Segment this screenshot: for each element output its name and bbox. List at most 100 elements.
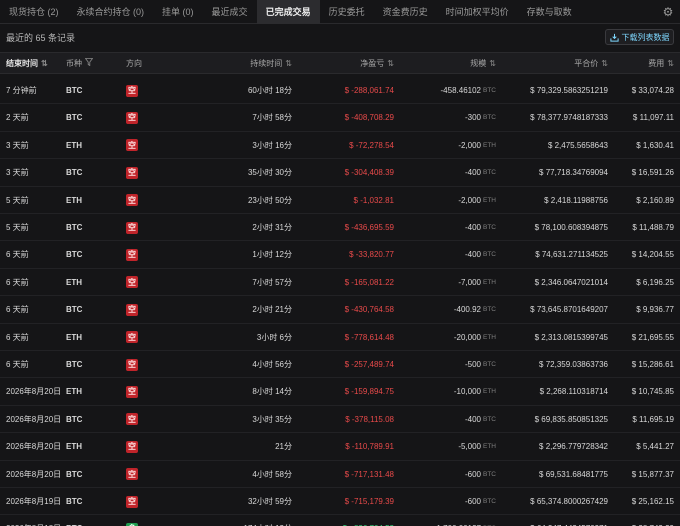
fee-cell: $ 1,630.41 xyxy=(636,140,674,150)
direction-badge: 空 xyxy=(126,385,138,398)
fee-cell: $ 28,743.29 xyxy=(632,515,674,526)
size-cell: -7,000 ETH xyxy=(458,269,496,296)
header-fee[interactable]: 费用 ⇅ xyxy=(648,53,674,73)
tab-0[interactable]: 现货持仓 (2) xyxy=(0,0,68,24)
avg-price-cell: $ 74,631.271134525 xyxy=(535,250,608,260)
coin-cell: ETH xyxy=(66,442,82,452)
size-value: -600 xyxy=(464,469,481,479)
size-unit: BTC xyxy=(483,415,496,423)
coin-cell: BTC xyxy=(66,223,83,232)
sort-icon: ⇅ xyxy=(489,58,496,68)
size-cell: -600 BTC xyxy=(465,488,496,515)
tab-6[interactable]: 资金费历史 xyxy=(374,0,437,24)
table-header: 结束时间 ⇅ 币种 方向 持续时间 ⇅ 净盈亏 ⇅ 规模 ⇅ 平合价 ⇅ 费用 … xyxy=(0,52,680,74)
end-time-cell: 7 分钟前 xyxy=(6,86,37,95)
table-row[interactable]: 6 天前 ETH 空 7小时 57分 $ -165,081.22 -7,000 ETH $ 2… xyxy=(0,269,680,297)
coin-cell: BTC xyxy=(66,305,83,315)
size-value: -10,000 xyxy=(453,387,481,397)
coin-cell: BTC xyxy=(66,86,83,95)
pnl-cell: $ -715,179.39 xyxy=(344,497,394,506)
header-size[interactable]: 规模 ⇅ xyxy=(470,53,496,73)
direction-cell: 空 xyxy=(126,406,138,433)
coin-cell: ETH xyxy=(66,332,82,342)
table-row[interactable]: 7 分钟前 BTC 空 60小时 18分 $ -288,061.74 -458.46102… xyxy=(0,77,680,105)
table-row[interactable]: 3 天前 BTC 空 35小时 30分 $ -304,408.39 -400 BTC $ 77… xyxy=(0,159,680,187)
header-duration[interactable]: 持续时间 ⇅ xyxy=(250,53,292,73)
table-row[interactable]: 2026年8月20日 BTC 空 3小时 35分 $ -378,115.08 -400 BT… xyxy=(0,406,680,434)
header-coin[interactable]: 币种 xyxy=(66,53,94,73)
direction-badge: 空 xyxy=(126,139,138,152)
size-unit: BTC xyxy=(483,470,496,478)
coin-cell: ETH xyxy=(66,140,82,150)
size-unit: ETH xyxy=(483,333,496,341)
sort-icon: ⇅ xyxy=(285,58,292,68)
settings-gear-icon[interactable]: ⚙ xyxy=(660,4,676,20)
end-time-cell: 2026年8月20日 xyxy=(6,387,62,397)
direction-cell: 空 xyxy=(126,488,138,515)
end-time-cell: 6 天前 xyxy=(6,277,29,287)
avg-price-cell: $ 65,374.8000267429 xyxy=(530,497,608,506)
end-time-cell: 2026年8月20日 xyxy=(6,442,62,452)
table-row[interactable]: 3 天前 ETH 空 3小时 16分 $ -72,278.54 -2,000 ETH $ 2,… xyxy=(0,132,680,160)
table-row[interactable]: 5 天前 BTC 空 2小时 31分 $ -436,695.59 -400 BTC $ 78,… xyxy=(0,214,680,242)
size-value: -458.46102 xyxy=(440,86,481,95)
avg-price-cell: $ 2,475.5658643 xyxy=(547,140,608,150)
size-value: -600 xyxy=(464,497,481,506)
table-row[interactable]: 2026年8月20日 BTC 空 4小时 58分 $ -717,131.48 -600 BT… xyxy=(0,461,680,488)
tab-3[interactable]: 最近成交 xyxy=(203,0,257,24)
end-time-cell: 2026年8月19日 xyxy=(6,497,62,506)
size-cell: -20,000 ETH xyxy=(454,324,496,351)
tab-1[interactable]: 永续合约持仓 (0) xyxy=(68,0,154,24)
end-time-cell: 2 天前 xyxy=(6,113,29,123)
table-row[interactable]: 2026年8月20日 ETH 空 8小时 14分 $ -159,894.75 -10,00… xyxy=(0,378,680,406)
fee-cell: $ 10,745.85 xyxy=(631,387,674,397)
tab-5[interactable]: 历史委托 xyxy=(320,0,374,24)
tab-7[interactable]: 时间加权平均价 xyxy=(437,0,518,24)
download-button-label: 下载列表数据 xyxy=(621,32,670,42)
tab-2[interactable]: 挂单 (0) xyxy=(153,0,203,24)
size-value: -20,000 xyxy=(453,332,481,342)
direction-badge: 空 xyxy=(126,84,138,97)
size-value: -400 xyxy=(464,168,481,178)
tab-4[interactable]: 已完成交易 xyxy=(256,0,320,24)
header-pnl[interactable]: 净盈亏 ⇅ xyxy=(360,53,394,73)
tab-bar: 现货持仓 (2) 永续合约持仓 (0) 挂单 (0) 最近成交 已完成交易 历史委托 资金费… xyxy=(0,0,680,24)
end-time-cell: 3 天前 xyxy=(6,140,29,150)
table-row[interactable]: 2026年8月19日 BTC 空 32小时 59分 $ -715,179.39 -600 B… xyxy=(0,488,680,516)
table-row[interactable]: 6 天前 BTC 空 1小时 12分 $ -33,820.77 -400 BTC $ 74,6… xyxy=(0,241,680,269)
size-unit: ETH xyxy=(483,388,496,396)
end-time-cell: 2026年8月20日 xyxy=(6,469,62,479)
direction-badge: 空 xyxy=(126,221,138,234)
pnl-cell: $ -717,131.48 xyxy=(344,469,394,479)
pnl-cell: $ -257,489.74 xyxy=(344,360,394,369)
size-cell: -400 BTC xyxy=(465,159,496,186)
table-row[interactable]: 6 天前 ETH 空 3小时 6分 $ -778,614.48 -20,000 ETH $ 2… xyxy=(0,324,680,351)
avg-price-cell: $ 69,531.68481775 xyxy=(539,469,608,479)
header-end-time[interactable]: 结束时间 ⇅ xyxy=(6,53,48,73)
pnl-cell: $ -33,820.77 xyxy=(349,250,394,260)
pnl-cell: $ -72,278.54 xyxy=(349,140,394,150)
size-cell: -10,000 ETH xyxy=(454,378,496,405)
table-row[interactable]: 2026年8月20日 ETH 空 21分 $ -110,789.91 -5,000 ETH $… xyxy=(0,433,680,461)
duration-cell: 2小时 21分 xyxy=(252,305,292,315)
fee-cell: $ 11,695.19 xyxy=(632,414,674,424)
download-list-button[interactable]: 下载列表数据 xyxy=(605,29,674,45)
size-unit: ETH xyxy=(483,278,496,286)
filter-icon xyxy=(84,58,94,68)
table-row[interactable]: 6 天前 BTC 空 4小时 56分 $ -257,489.74 -500 BTC $ 72,… xyxy=(0,351,680,379)
fee-cell: $ 5,441.27 xyxy=(636,442,674,452)
direction-cell: 空 xyxy=(126,433,138,460)
avg-price-cell: $ 73,645.8701649207 xyxy=(530,305,608,315)
pnl-cell: $ -110,789.91 xyxy=(345,442,394,452)
table-row[interactable]: 2026年8月18日 BTC 多 174小时 12分 $ +836,704.52 1,70… xyxy=(0,515,680,526)
table-row[interactable]: 5 天前 ETH 空 23小时 50分 $ -1,032.81 -2,000 ETH $ 2,… xyxy=(0,187,680,214)
table-row[interactable]: 6 天前 BTC 空 2小时 21分 $ -430,764.58 -400.92 BTC $ … xyxy=(0,296,680,324)
end-time-cell: 2026年8月18日 xyxy=(6,515,61,526)
header-avg-price[interactable]: 平合价 ⇅ xyxy=(574,53,608,73)
header-avg-price-label: 平合价 xyxy=(574,58,599,68)
tab-8[interactable]: 存数与取数 xyxy=(518,0,581,24)
avg-price-cell: $ 78,100.608394875 xyxy=(534,223,608,232)
coin-cell: BTC xyxy=(66,168,83,178)
table-row[interactable]: 2 天前 BTC 空 7小时 58分 $ -408,708.29 -300 BTC $ 78,… xyxy=(0,104,680,132)
duration-cell: 35小时 30分 xyxy=(247,168,292,178)
